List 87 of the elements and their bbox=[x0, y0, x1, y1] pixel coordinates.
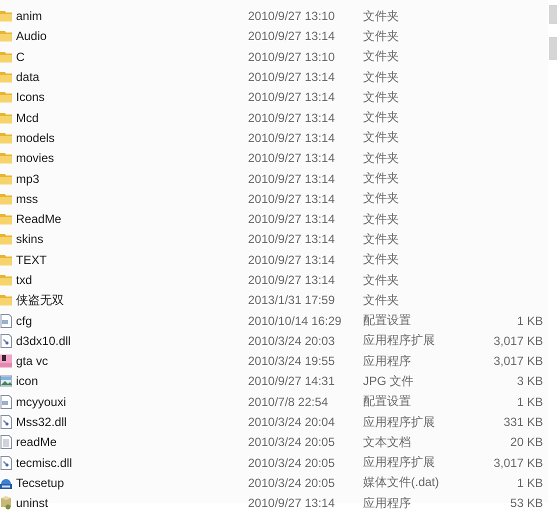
file-size: 3,017 KB bbox=[494, 456, 543, 470]
file-name[interactable]: uninst bbox=[16, 496, 48, 510]
file-name[interactable]: mcyyouxi bbox=[16, 394, 66, 409]
date-modified: 2010/9/27 14:31 bbox=[248, 374, 335, 388]
date-modified: 2010/3/24 20:03 bbox=[248, 334, 335, 348]
file-size: 20 KB bbox=[510, 435, 543, 450]
file-name[interactable]: movies bbox=[16, 151, 54, 166]
file-name[interactable]: 侠盗无双 bbox=[16, 292, 64, 307]
date-modified: 2010/3/24 20:04 bbox=[248, 415, 335, 430]
file-size: 1 KB bbox=[516, 394, 543, 409]
file-type: 文件夹 bbox=[363, 171, 399, 186]
file-type: 应用程序 bbox=[363, 496, 411, 510]
date-modified: 2010/7/8 22:54 bbox=[248, 394, 328, 409]
date-modified: 2010/10/14 16:29 bbox=[248, 314, 342, 328]
date-modified: 2010/9/27 13:14 bbox=[248, 273, 335, 287]
date-modified: 2010/3/24 20:05 bbox=[248, 476, 335, 490]
file-type: 媒体文件(.dat) bbox=[363, 475, 440, 490]
file-type: 文件夹 bbox=[363, 252, 399, 266]
file-type: 文件夹 bbox=[363, 272, 399, 286]
file-type: 文件夹 bbox=[363, 90, 399, 104]
file-type: 应用程序扩展 bbox=[363, 333, 435, 348]
file-size: 3,017 KB bbox=[494, 354, 543, 368]
file-name[interactable]: icon bbox=[16, 374, 38, 388]
file-name[interactable]: models bbox=[16, 130, 55, 145]
file-type: 文件夹 bbox=[363, 130, 399, 144]
file-size: 331 KB bbox=[504, 415, 543, 430]
date-modified: 2010/9/27 13:10 bbox=[248, 50, 335, 64]
file-name[interactable]: Icons bbox=[16, 90, 45, 104]
scroll-button[interactable] bbox=[549, 37, 557, 60]
file-name[interactable]: C bbox=[16, 50, 25, 64]
date-modified: 2010/9/27 13:14 bbox=[248, 252, 335, 267]
date-modified: 2010/9/27 13:14 bbox=[248, 172, 335, 186]
date-modified: 2010/9/27 13:14 bbox=[248, 192, 335, 206]
file-name[interactable]: Audio bbox=[16, 29, 47, 44]
file-size: 1 KB bbox=[516, 476, 543, 490]
file-type: 配置设置 bbox=[363, 313, 411, 328]
file-name[interactable]: mp3 bbox=[16, 172, 40, 186]
file-name[interactable]: d3dx10.dll bbox=[16, 334, 71, 348]
file-type: 文件夹 bbox=[363, 292, 399, 307]
file-type: 文件夹 bbox=[363, 232, 399, 246]
file-name[interactable]: Mss32.dll bbox=[16, 415, 67, 430]
file-type: 文件夹 bbox=[363, 191, 399, 206]
file-type: 文件夹 bbox=[363, 150, 399, 165]
file-name[interactable]: tecmisc.dll bbox=[16, 456, 72, 470]
date-modified: 2010/9/27 13:14 bbox=[248, 130, 335, 145]
file-name[interactable]: Mcd bbox=[16, 110, 39, 125]
date-modified: 2013/1/31 17:59 bbox=[248, 293, 335, 308]
file-type: 应用程序 bbox=[363, 354, 411, 368]
date-modified: 2010/9/27 13:14 bbox=[248, 496, 335, 510]
file-type: 应用程序扩展 bbox=[363, 455, 435, 470]
file-name[interactable]: cfg bbox=[16, 314, 32, 328]
file-type: 配置设置 bbox=[363, 394, 411, 408]
file-size: 3 KB bbox=[516, 374, 543, 388]
file-name[interactable]: Tecsetup bbox=[16, 476, 64, 490]
file-type: 应用程序扩展 bbox=[363, 414, 435, 429]
date-modified: 2010/3/24 20:05 bbox=[248, 456, 335, 470]
date-modified: 2010/3/24 19:55 bbox=[248, 354, 335, 368]
date-modified: 2010/9/27 13:14 bbox=[248, 70, 335, 84]
file-name[interactable]: data bbox=[16, 70, 40, 84]
file-name[interactable]: readMe bbox=[16, 435, 57, 450]
file-type: 文件夹 bbox=[363, 212, 399, 226]
file-name[interactable]: TEXT bbox=[16, 252, 47, 267]
date-modified: 2010/9/27 13:14 bbox=[248, 232, 335, 246]
date-modified: 2010/9/27 13:14 bbox=[248, 90, 335, 104]
date-modified: 2010/9/27 13:14 bbox=[248, 212, 335, 226]
file-name[interactable]: ReadMe bbox=[16, 212, 62, 226]
file-name[interactable]: mss bbox=[16, 192, 38, 206]
file-size: 53 KB bbox=[510, 496, 543, 510]
file-type: 文本文档 bbox=[363, 434, 411, 449]
file-type: 文件夹 bbox=[363, 8, 399, 23]
date-modified: 2010/9/27 13:14 bbox=[248, 110, 335, 125]
file-name[interactable]: anim bbox=[16, 9, 42, 24]
file-type: 文件夹 bbox=[363, 70, 399, 84]
file-name[interactable]: skins bbox=[16, 232, 44, 246]
file-size: 1 KB bbox=[516, 314, 543, 328]
file-type: 文件夹 bbox=[363, 110, 399, 124]
file-type: JPG 文件 bbox=[363, 374, 414, 388]
date-modified: 2010/9/27 13:10 bbox=[248, 9, 335, 24]
date-modified: 2010/3/24 20:05 bbox=[248, 435, 335, 450]
date-modified: 2010/9/27 13:14 bbox=[248, 29, 335, 44]
file-size: 3,017 KB bbox=[494, 334, 543, 348]
date-modified: 2010/9/27 13:14 bbox=[248, 151, 335, 166]
file-type: 文件夹 bbox=[363, 28, 399, 43]
scroll-button[interactable] bbox=[549, 5, 557, 24]
file-name[interactable]: txd bbox=[16, 273, 32, 287]
file-name[interactable]: gta vc bbox=[16, 354, 48, 368]
file-type: 文件夹 bbox=[363, 49, 399, 64]
